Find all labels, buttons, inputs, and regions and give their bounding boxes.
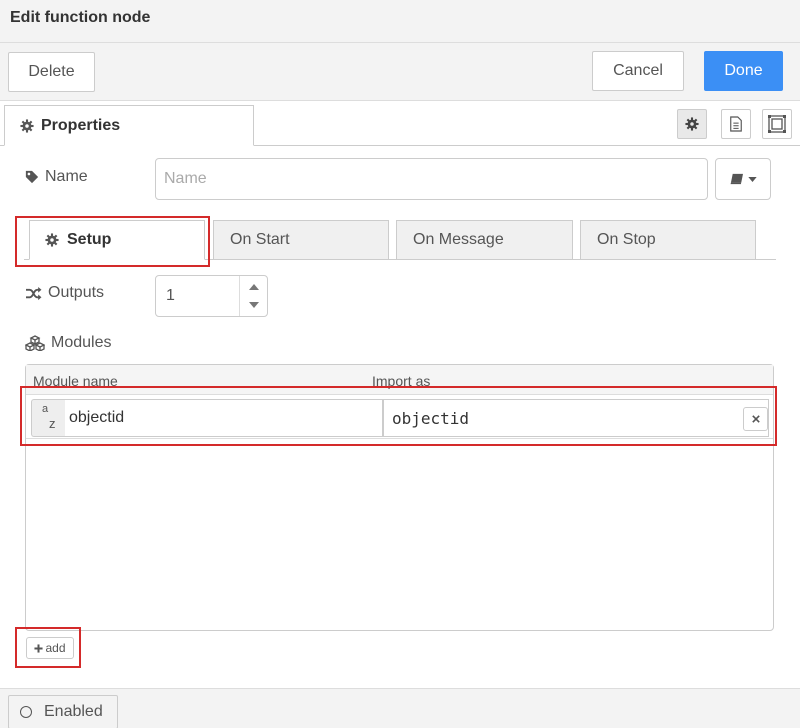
name-label-text: Name [45,168,88,185]
circle-icon [20,706,32,718]
gear-icon [20,118,34,133]
appearance-tab-button[interactable] [762,109,792,139]
spinner-up-icon[interactable] [249,284,259,290]
document-icon [730,116,742,132]
tab-properties[interactable]: Properties [4,105,254,146]
enabled-toggle[interactable]: Enabled [8,695,118,728]
footer-bar: Enabled [0,688,800,728]
highlight-setup-tab [15,216,210,267]
cancel-button[interactable]: Cancel [592,51,684,91]
highlight-add-button [15,627,81,668]
shuffle-icon [26,286,42,300]
name-label: Name [25,168,88,186]
action-bar: Delete Cancel Done [0,43,800,101]
spinner-arrows[interactable] [239,276,267,316]
modules-label: Modules [25,334,111,352]
outputs-value[interactable]: 1 [166,287,175,305]
tab-properties-label: Properties [41,116,121,134]
outputs-label: Outputs [25,284,104,302]
description-tab-button[interactable] [721,109,751,139]
dialog-title: Edit function node [10,9,151,26]
tab-on-stop[interactable]: On Stop [580,220,756,260]
node-appearance-icon [768,115,786,133]
enabled-label: Enabled [44,703,103,720]
tag-icon [25,170,39,184]
library-button[interactable] [715,158,771,200]
cubes-icon [25,335,45,351]
done-button[interactable]: Done [704,51,783,91]
gear-icon [685,117,699,131]
delete-button[interactable]: Delete [8,52,95,92]
settings-tab-button[interactable] [677,109,707,139]
tab-on-start[interactable]: On Start [213,220,389,260]
title-bar: Edit function node [0,0,800,43]
name-input[interactable] [155,158,708,200]
highlight-module-row [20,386,777,446]
outputs-label-text: Outputs [48,284,105,301]
spinner-down-icon[interactable] [249,302,259,308]
caret-down-icon [747,176,757,182]
book-icon [730,173,743,185]
modules-label-text: Modules [51,334,112,351]
outputs-spinner[interactable]: 1 [155,275,268,317]
tab-on-message[interactable]: On Message [396,220,573,260]
